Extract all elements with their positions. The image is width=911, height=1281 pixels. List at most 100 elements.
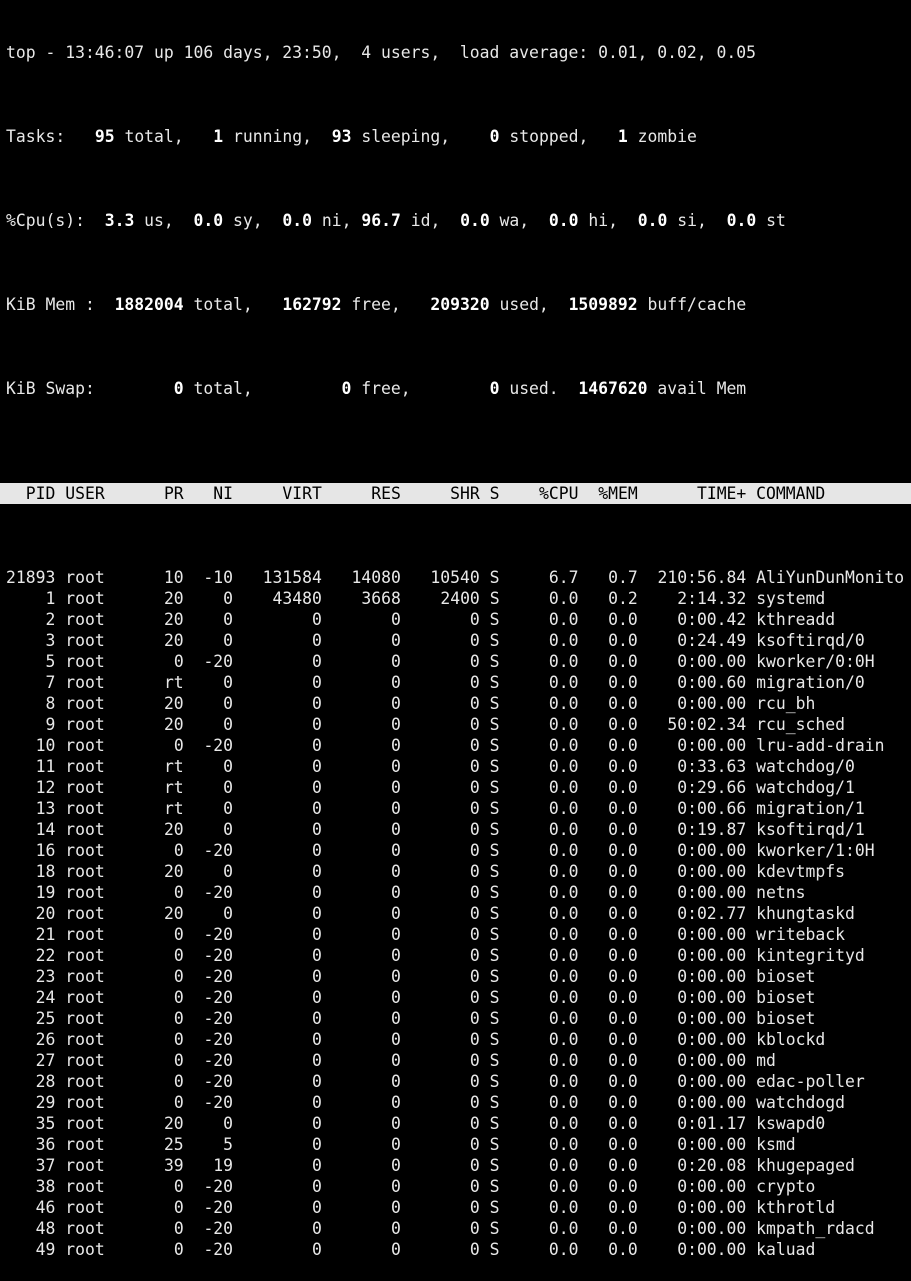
cell-pr: 0 xyxy=(173,1219,184,1238)
cell-time: 2:14.32 xyxy=(677,589,747,608)
cell-time: 0:00.00 xyxy=(677,1198,747,1217)
cell-pr: 20 xyxy=(163,589,184,608)
process-row[interactable]: 49 root 0 -20 0 0 0 S 0.0 0.0 0:00.00 ka… xyxy=(0,1239,911,1260)
process-row[interactable]: 1 root 20 0 43480 3668 2400 S 0.0 0.2 2:… xyxy=(0,588,911,609)
process-row[interactable]: 2 root 20 0 0 0 0 S 0.0 0.0 0:00.42 kthr… xyxy=(0,609,911,630)
cell-cpu: 0.0 xyxy=(548,820,579,839)
process-row[interactable]: 5 root 0 -20 0 0 0 S 0.0 0.0 0:00.00 kwo… xyxy=(0,651,911,672)
cell-s: S xyxy=(489,778,500,797)
cell-time: 0:00.66 xyxy=(677,799,747,818)
terminal-window[interactable]: top - 13:46:07 up 106 days, 23:50, 4 use… xyxy=(0,0,911,1259)
process-row[interactable]: 16 root 0 -20 0 0 0 S 0.0 0.0 0:00.00 kw… xyxy=(0,840,911,861)
cell-shr: 0 xyxy=(469,904,480,923)
cell-pid: 27 xyxy=(35,1051,56,1070)
col-header-time: TIME+ xyxy=(696,484,747,503)
process-row[interactable]: 23 root 0 -20 0 0 0 S 0.0 0.0 0:00.00 bi… xyxy=(0,966,911,987)
cell-time: 0:00.00 xyxy=(677,1030,747,1049)
cell-res: 0 xyxy=(390,988,401,1007)
tasks-line: Tasks: 95 total, 1 running, 93 sleeping,… xyxy=(0,126,911,147)
tasks-running: 1 xyxy=(213,127,224,146)
process-row[interactable]: 35 root 20 0 0 0 0 S 0.0 0.0 0:01.17 ksw… xyxy=(0,1113,911,1134)
process-row[interactable]: 8 root 20 0 0 0 0 S 0.0 0.0 0:00.00 rcu_… xyxy=(0,693,911,714)
col-header-shr: SHR xyxy=(450,484,480,503)
cell-time: 0:00.00 xyxy=(677,736,747,755)
cell-ni: 19 xyxy=(213,1156,234,1175)
cell-cpu: 0.0 xyxy=(548,1177,579,1196)
cell-time: 0:01.17 xyxy=(677,1114,747,1133)
tasks-sleeping: 93 xyxy=(331,127,352,146)
mem-total-label: total, xyxy=(183,295,253,314)
cpu-si-label: si, xyxy=(667,211,707,230)
cell-ni: 0 xyxy=(223,778,234,797)
cell-pid: 20 xyxy=(35,904,56,923)
process-row[interactable]: 14 root 20 0 0 0 0 S 0.0 0.0 0:19.87 kso… xyxy=(0,819,911,840)
cell-pid: 8 xyxy=(45,694,56,713)
cell-shr: 0 xyxy=(469,862,480,881)
cell-pid: 49 xyxy=(35,1240,56,1259)
process-row[interactable]: 27 root 0 -20 0 0 0 S 0.0 0.0 0:00.00 md xyxy=(0,1050,911,1071)
process-row[interactable]: 46 root 0 -20 0 0 0 S 0.0 0.0 0:00.00 kt… xyxy=(0,1197,911,1218)
cell-ni: -20 xyxy=(203,967,234,986)
cell-shr: 0 xyxy=(469,988,480,1007)
process-row[interactable]: 24 root 0 -20 0 0 0 S 0.0 0.0 0:00.00 bi… xyxy=(0,987,911,1008)
cell-pid: 5 xyxy=(45,652,56,671)
cell-pid: 29 xyxy=(35,1093,56,1112)
process-row[interactable]: 22 root 0 -20 0 0 0 S 0.0 0.0 0:00.00 ki… xyxy=(0,945,911,966)
cell-res: 0 xyxy=(390,610,401,629)
cell-pid: 36 xyxy=(35,1135,56,1154)
cell-virt: 0 xyxy=(312,946,322,965)
cell-virt: 0 xyxy=(312,1051,322,1070)
cell-command: md xyxy=(756,1051,776,1070)
cell-virt: 0 xyxy=(312,820,322,839)
cell-time: 50:02.34 xyxy=(667,715,747,734)
cell-shr: 0 xyxy=(469,1030,480,1049)
process-row[interactable]: 3 root 20 0 0 0 0 S 0.0 0.0 0:24.49 ksof… xyxy=(0,630,911,651)
cell-ni: -20 xyxy=(203,736,234,755)
process-row[interactable]: 19 root 0 -20 0 0 0 S 0.0 0.0 0:00.00 ne… xyxy=(0,882,911,903)
process-row[interactable]: 29 root 0 -20 0 0 0 S 0.0 0.0 0:00.00 wa… xyxy=(0,1092,911,1113)
cell-pid: 21 xyxy=(35,925,56,944)
cell-user: root xyxy=(65,1030,105,1049)
cell-mem: 0.0 xyxy=(608,799,638,818)
cell-pid: 38 xyxy=(35,1177,56,1196)
cell-ni: -20 xyxy=(203,1219,234,1238)
process-row[interactable]: 10 root 0 -20 0 0 0 S 0.0 0.0 0:00.00 lr… xyxy=(0,735,911,756)
process-row[interactable]: 28 root 0 -20 0 0 0 S 0.0 0.0 0:00.00 ed… xyxy=(0,1071,911,1092)
col-header-user: USER xyxy=(65,484,105,503)
cell-user: root xyxy=(65,946,105,965)
cell-pr: 0 xyxy=(173,736,184,755)
cell-mem: 0.0 xyxy=(608,673,638,692)
cell-mem: 0.0 xyxy=(608,1198,638,1217)
cell-shr: 0 xyxy=(469,883,480,902)
cell-shr: 0 xyxy=(469,673,480,692)
process-row[interactable]: 48 root 0 -20 0 0 0 S 0.0 0.0 0:00.00 km… xyxy=(0,1218,911,1239)
cell-res: 0 xyxy=(390,799,401,818)
cell-ni: -20 xyxy=(203,1009,234,1028)
process-row[interactable]: 21893 root 10 -10 131584 14080 10540 S 6… xyxy=(0,567,911,588)
process-row[interactable]: 37 root 39 19 0 0 0 S 0.0 0.0 0:20.08 kh… xyxy=(0,1155,911,1176)
tasks-sleeping-label: sleeping, xyxy=(351,127,451,146)
cell-command: ksoftirqd/0 xyxy=(756,631,865,650)
process-row[interactable]: 20 root 20 0 0 0 0 S 0.0 0.0 0:02.77 khu… xyxy=(0,903,911,924)
cell-user: root xyxy=(65,925,105,944)
process-row[interactable]: 26 root 0 -20 0 0 0 S 0.0 0.0 0:00.00 kb… xyxy=(0,1029,911,1050)
cell-s: S xyxy=(489,610,500,629)
process-row[interactable]: 7 root rt 0 0 0 0 S 0.0 0.0 0:00.60 migr… xyxy=(0,672,911,693)
cell-pid: 12 xyxy=(35,778,56,797)
cell-shr: 0 xyxy=(469,610,480,629)
process-row[interactable]: 25 root 0 -20 0 0 0 S 0.0 0.0 0:00.00 bi… xyxy=(0,1008,911,1029)
col-header-mem: %MEM xyxy=(598,484,638,503)
cell-res: 0 xyxy=(390,778,401,797)
process-row[interactable]: 13 root rt 0 0 0 0 S 0.0 0.0 0:00.66 mig… xyxy=(0,798,911,819)
process-row[interactable]: 38 root 0 -20 0 0 0 S 0.0 0.0 0:00.00 cr… xyxy=(0,1176,911,1197)
process-row[interactable]: 21 root 0 -20 0 0 0 S 0.0 0.0 0:00.00 wr… xyxy=(0,924,911,945)
process-row[interactable]: 18 root 20 0 0 0 0 S 0.0 0.0 0:00.00 kde… xyxy=(0,861,911,882)
cell-user: root xyxy=(65,652,105,671)
process-row[interactable]: 9 root 20 0 0 0 0 S 0.0 0.0 50:02.34 rcu… xyxy=(0,714,911,735)
cell-ni: -20 xyxy=(203,1051,234,1070)
process-row[interactable]: 11 root rt 0 0 0 0 S 0.0 0.0 0:33.63 wat… xyxy=(0,756,911,777)
cell-s: S xyxy=(489,1156,500,1175)
process-row[interactable]: 12 root rt 0 0 0 0 S 0.0 0.0 0:29.66 wat… xyxy=(0,777,911,798)
cell-shr: 0 xyxy=(469,694,480,713)
process-row[interactable]: 36 root 25 5 0 0 0 S 0.0 0.0 0:00.00 ksm… xyxy=(0,1134,911,1155)
